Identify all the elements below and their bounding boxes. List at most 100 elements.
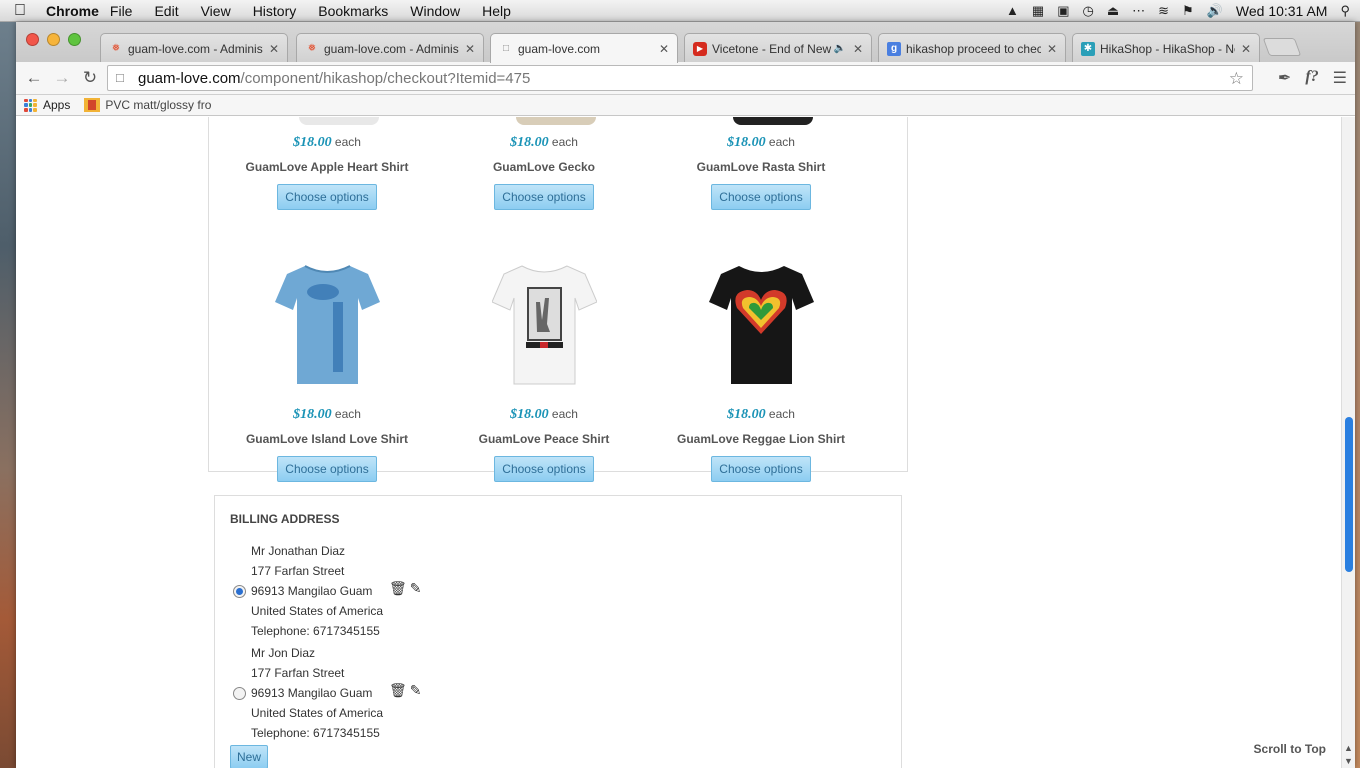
choose-options-button[interactable]: Choose options (711, 456, 811, 482)
bookmark-pvc[interactable]: PVC matt/glossy fro (84, 98, 211, 112)
menu-help[interactable]: Help (471, 3, 522, 19)
address-city: 96913 Mangilao Guam (251, 686, 373, 700)
reggae-lion-shirt-image[interactable] (708, 262, 814, 387)
menu-window[interactable]: Window (399, 3, 471, 19)
choose-options-button[interactable]: Choose options (494, 184, 594, 210)
choose-options-button[interactable]: Choose options (277, 184, 377, 210)
time-machine-icon[interactable]: ◷ (1083, 3, 1094, 19)
close-tab-icon[interactable]: ✕ (659, 42, 669, 56)
tab-strip: ❅ guam-love.com - Administ ✕ ❅ guam-love… (16, 22, 1355, 63)
window-controls (26, 33, 81, 46)
back-arrow-icon[interactable]: ← (20, 68, 48, 88)
address-telephone: Telephone: 6717345155 (251, 624, 380, 638)
bookmark-apps[interactable]: Apps (24, 98, 70, 112)
font-extension-icon[interactable]: f? (1305, 68, 1318, 88)
chrome-menu-icon[interactable]: ☰ (1333, 68, 1347, 88)
menu-bookmarks[interactable]: Bookmarks (307, 3, 399, 19)
tab-vicetone[interactable]: ▶ Vicetone - End of New Y 🔈 ✕ (684, 33, 872, 63)
product-name[interactable]: GuamLove Reggae Lion Shirt (661, 432, 861, 446)
address-name: Mr Jon Diaz (251, 646, 316, 660)
price-line: $18.00 each (661, 407, 861, 423)
close-tab-icon[interactable]: ✕ (1241, 42, 1251, 56)
close-tab-icon[interactable]: ✕ (1047, 42, 1057, 56)
bookmark-star-icon[interactable]: ☆ (1229, 69, 1244, 89)
forward-arrow-icon[interactable]: → (48, 68, 76, 88)
menubar-app-name[interactable]: Chrome (40, 3, 99, 19)
product-price: $18.00 (510, 407, 549, 422)
product-price: $18.00 (293, 407, 332, 422)
flag-icon[interactable]: ⚑ (1182, 3, 1194, 19)
apple-icon[interactable]:  (0, 2, 40, 20)
bluetooth-icon[interactable]: ⋯ (1132, 3, 1145, 19)
youtube-icon: ▶ (693, 41, 707, 56)
address-option-1: Mr Jonathan Diaz 177 Farfan Street 96913… (230, 544, 530, 644)
island-love-shirt-image[interactable] (274, 262, 380, 387)
product-name[interactable]: GuamLove Apple Heart Shirt (227, 160, 427, 174)
address-name: Mr Jonathan Diaz (251, 544, 346, 558)
pencil-icon[interactable]: ✎ (410, 580, 422, 597)
zoom-window-button[interactable] (68, 33, 81, 46)
address-radio-unselected[interactable] (233, 687, 246, 700)
eyedropper-extension-icon[interactable]: ✒ (1278, 68, 1291, 88)
url-host: guam-love.com (138, 69, 241, 87)
volume-icon[interactable]: 🔊 (1207, 3, 1223, 19)
pencil-icon[interactable]: ✎ (410, 682, 422, 699)
eject-icon[interactable]: ⏏ (1107, 3, 1119, 19)
close-window-button[interactable] (26, 33, 39, 46)
dropbox-icon[interactable]: ▦ (1032, 3, 1044, 19)
close-tab-icon[interactable]: ✕ (853, 42, 863, 56)
tab-guam-love[interactable]: □ guam-love.com ✕ (490, 33, 678, 63)
close-tab-icon[interactable]: ✕ (465, 42, 475, 56)
minimize-window-button[interactable] (47, 33, 60, 46)
tab-title: guam-love.com - Administ (324, 41, 459, 56)
tab-title: guam-love.com (518, 41, 601, 56)
tab-google-search[interactable]: g hikashop proceed to check ✕ (878, 33, 1066, 63)
adobe-icon[interactable]: ▲ (1006, 3, 1019, 18)
airplay-icon[interactable]: ▣ (1057, 3, 1069, 19)
scroll-down-arrow-icon[interactable]: ▼ (1344, 756, 1353, 766)
tab-admin-1[interactable]: ❅ guam-love.com - Administ ✕ (100, 33, 288, 63)
price-unit: each (768, 407, 795, 421)
page-viewport: $18.00 each GuamLove Apple Heart Shirt C… (16, 117, 1341, 768)
new-tab-button[interactable] (1262, 38, 1302, 56)
product-name[interactable]: GuamLove Rasta Shirt (661, 160, 861, 174)
price-line: $18.00 each (444, 407, 644, 423)
peace-shirt-image[interactable] (490, 262, 598, 387)
choose-options-button[interactable]: Choose options (494, 456, 594, 482)
product-name[interactable]: GuamLove Gecko (444, 160, 644, 174)
product-name[interactable]: GuamLove Peace Shirt (444, 432, 644, 446)
scrollbar-thumb[interactable] (1345, 417, 1353, 572)
url-path: /component/hikashop/checkout?Itemid=475 (240, 69, 531, 87)
reload-icon[interactable]: ↻ (76, 68, 104, 88)
wifi-icon[interactable]: ≋ (1158, 3, 1169, 19)
address-bar[interactable]: □ guam-love.com/component/hikashop/check… (107, 65, 1253, 91)
tab-hikashop[interactable]: ✱ HikaShop - HikaShop - Ne ✕ (1072, 33, 1260, 63)
page-icon: □ (502, 43, 510, 54)
trash-icon[interactable]: 🗑 (389, 682, 407, 699)
product-price: $18.00 (293, 135, 332, 150)
address-radio-selected[interactable] (233, 585, 246, 598)
tab-admin-2[interactable]: ❅ guam-love.com - Administ ✕ (296, 33, 484, 63)
new-address-button[interactable]: New (230, 745, 268, 768)
bookmark-label: Apps (43, 98, 71, 112)
menu-file[interactable]: File (99, 3, 144, 19)
product-price: $18.00 (727, 135, 766, 150)
trash-icon[interactable]: 🗑 (389, 580, 407, 597)
menu-history[interactable]: History (242, 3, 308, 19)
scroll-to-top-link[interactable]: Scroll to Top (1254, 742, 1326, 756)
menu-edit[interactable]: Edit (143, 3, 189, 19)
choose-options-button[interactable]: Choose options (711, 184, 811, 210)
choose-options-button[interactable]: Choose options (277, 456, 377, 482)
close-tab-icon[interactable]: ✕ (269, 42, 279, 56)
google-icon: g (887, 41, 901, 56)
vertical-scrollbar[interactable]: ▲ ▼ (1341, 117, 1355, 768)
price-unit: each (768, 135, 795, 149)
menu-view[interactable]: View (190, 3, 242, 19)
scroll-up-arrow-icon[interactable]: ▲ (1344, 743, 1353, 753)
product-name[interactable]: GuamLove Island Love Shirt (227, 432, 427, 446)
browser-toolbar: ← → ↻ □ guam-love.com/component/hikashop… (16, 62, 1355, 95)
menubar-clock[interactable]: Wed 10:31 AM (1236, 3, 1328, 19)
spotlight-icon[interactable]: ⚲ (1340, 3, 1350, 19)
bookmark-favicon-icon (84, 98, 101, 112)
price-unit: each (551, 135, 578, 149)
